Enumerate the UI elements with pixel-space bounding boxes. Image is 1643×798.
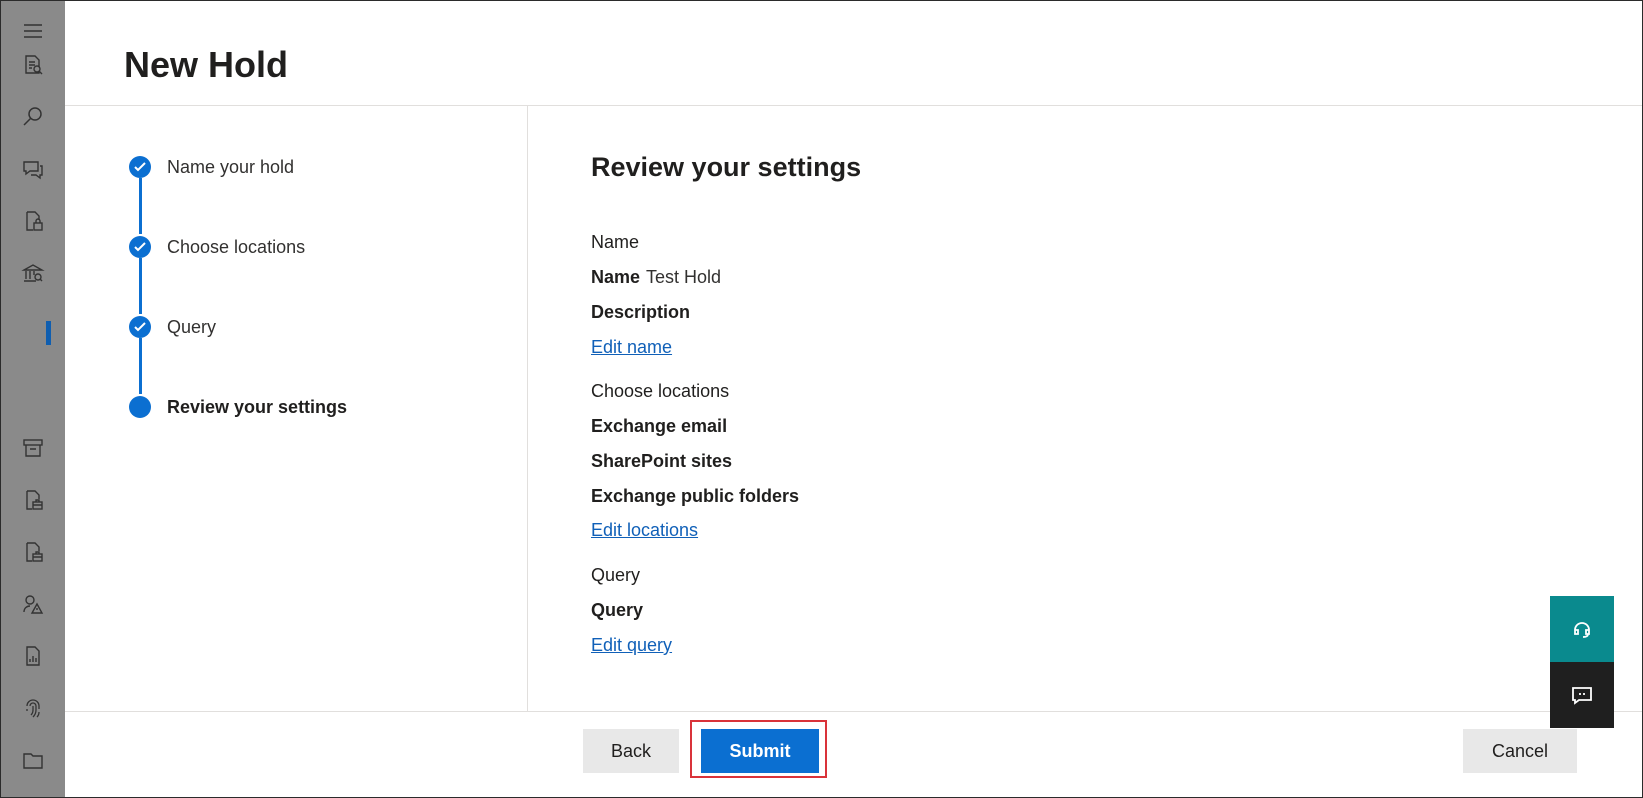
back-button[interactable]: Back [583,729,679,773]
checkmark-icon [129,156,151,178]
archive-icon[interactable] [21,436,45,460]
panel-header: New Hold [65,1,1642,106]
name-label: Name [591,267,641,287]
review-section: Review your settings [591,151,1491,183]
edit-name-link[interactable]: Edit name [591,335,672,359]
document-lock-icon[interactable] [21,209,45,233]
headset-icon [1574,622,1590,638]
document-search-icon[interactable] [21,53,45,77]
location-sharepoint-sites: SharePoint sites [591,451,733,471]
edit-query-link[interactable]: Edit query [591,633,672,657]
document-briefcase-icon[interactable] [21,488,45,512]
wizard-steps: Name your hold Choose locations Query Re… [65,106,528,711]
fingerprint-icon[interactable] [21,696,45,720]
feedback-chat-icon [1572,687,1592,705]
description-label: Description [591,302,691,322]
locations-section-title: Choose locations [591,381,730,401]
page-title: New Hold [124,44,289,85]
current-step-dot-icon [129,396,151,418]
location-exchange-email: Exchange email [591,416,728,436]
hamburger-menu-icon[interactable] [21,19,45,43]
document-briefcase-icon[interactable] [21,540,45,564]
location-exchange-public-folders: Exchange public folders [591,486,800,506]
checkmark-icon [129,316,151,338]
step-label: Choose locations [167,237,306,257]
search-icon[interactable] [21,105,45,129]
step-connector [139,258,142,314]
edit-locations-link[interactable]: Edit locations [591,518,698,542]
active-nav-indicator [46,321,51,345]
step-label: Query [167,317,217,337]
step-label: Name your hold [167,157,295,177]
cancel-button[interactable]: Cancel [1463,729,1577,773]
query-label: Query [591,600,644,620]
step-label: Review your settings [167,397,348,417]
query-section-title: Query [591,565,641,585]
name-row: Name Test Hold [591,265,721,289]
review-heading: Review your settings [591,152,862,182]
step-connector [139,338,142,394]
feedback-button[interactable] [1550,662,1614,728]
chat-icon[interactable] [21,157,45,181]
person-warning-icon[interactable] [21,592,45,616]
help-button[interactable] [1550,596,1614,662]
step-connector [139,178,142,234]
bank-search-icon[interactable] [21,261,45,285]
left-nav-rail [1,1,65,797]
name-value: Test Hold [646,267,722,287]
wizard-footer: Back Submit Cancel [65,711,1642,797]
app-window: New Hold Name your hold Choose locations… [0,0,1643,798]
document-chart-icon[interactable] [21,644,45,668]
checkmark-icon [129,236,151,258]
submit-button[interactable]: Submit [701,729,819,773]
folder-icon[interactable] [21,748,45,772]
name-section-title: Name [591,232,640,252]
